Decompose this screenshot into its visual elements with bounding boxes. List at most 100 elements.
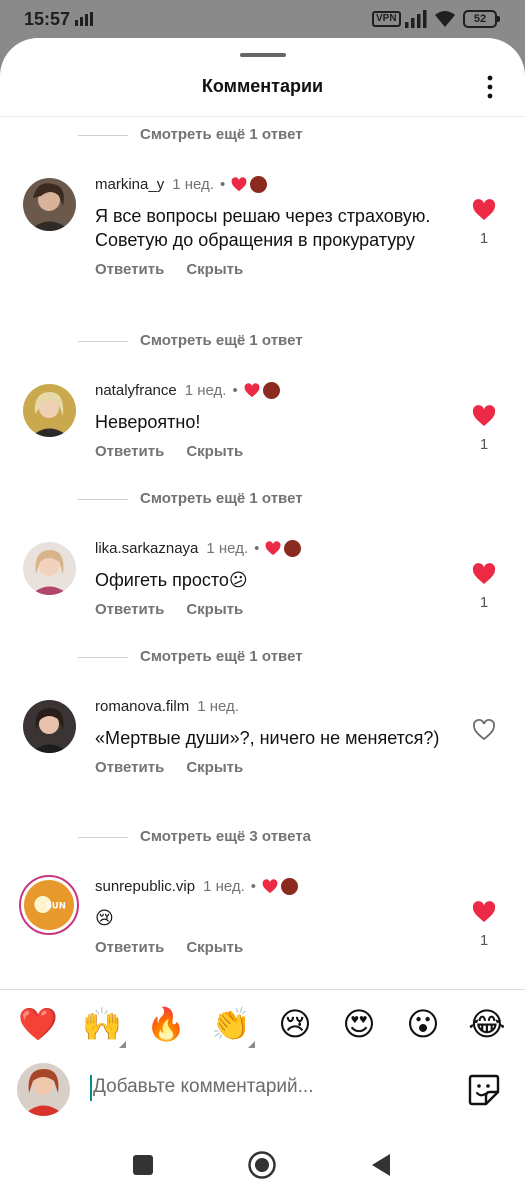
author-liked-heart-icon (265, 541, 281, 556)
view-replies-label: Смотреть ещё 1 ответ (140, 648, 303, 665)
sticker-icon[interactable] (466, 1072, 502, 1108)
view-replies-button[interactable]: Смотреть ещё 1 ответ (0, 639, 525, 677)
comment-item: markina_y 1 нед. • Я все вопросы решаю чер… (0, 155, 525, 323)
system-nav-bar (0, 1128, 525, 1200)
author-liked-heart-icon (262, 879, 278, 894)
skin-tone-indicator (119, 1041, 126, 1048)
like-button[interactable]: 1 (470, 901, 498, 949)
view-replies-button[interactable]: Смотреть ещё 1 ответ (0, 481, 525, 519)
emoji-raised-hands[interactable]: 🙌 (80, 1002, 126, 1048)
comment-meta: sunrepublic.vip 1 нед. • (95, 877, 455, 897)
emoji-heart-eyes[interactable]: 😍 (337, 1002, 381, 1046)
nav-back-icon[interactable] (366, 1150, 396, 1180)
comment-text: Офигеть просто😕 (95, 570, 248, 590)
reply-button[interactable]: Ответить (95, 939, 164, 956)
username[interactable]: lika.sarkaznaya (95, 540, 198, 557)
cell-signal-icon (405, 10, 427, 28)
hide-button[interactable]: Скрыть (186, 443, 243, 460)
replies-line (78, 499, 128, 500)
comment-time: 1 нед. (172, 176, 214, 193)
comment-body: romanova.film 1 нед. «Мертвые души»?, нич… (95, 697, 455, 776)
comment-body: natalyfrance 1 нед. • Невероятно! Ответить… (95, 381, 455, 460)
like-count: 1 (479, 932, 489, 949)
page-title: Комментарии (201, 76, 324, 96)
comment-time: 1 нед. (184, 382, 227, 399)
username[interactable]: natalyfrance (95, 382, 177, 399)
comment-actions: Ответить Скрыть (95, 759, 455, 776)
author-avatar-small (281, 878, 299, 895)
view-replies-button[interactable]: Смотреть ещё 1 ответ (0, 323, 525, 361)
emoji-laughing[interactable]: 😂 (465, 1002, 509, 1046)
hide-button[interactable]: Скрыть (186, 939, 243, 956)
hide-button[interactable]: Скрыть (186, 759, 243, 776)
emoji-raised-hands-glyph: 🙌 (82, 1005, 122, 1043)
replies-line (78, 341, 128, 342)
avatar[interactable] (23, 700, 76, 753)
comment-meta: romanova.film 1 нед. (95, 697, 455, 717)
status-bar: 15:57 VPN 52 (0, 0, 525, 38)
author-avatar-small (284, 540, 302, 557)
avatar[interactable] (23, 542, 76, 595)
meta-dot: • (250, 878, 257, 895)
username[interactable]: markina_y (95, 176, 164, 193)
more-vertical-icon[interactable] (480, 74, 500, 100)
emoji-clap-glyph: 👏 (211, 1005, 251, 1043)
comment-text: Невероятно! (95, 412, 201, 432)
comment-item: lika.sarkaznaya 1 нед. • Офигеть просто😕 О… (0, 519, 525, 639)
avatar-story-ring[interactable]: SUN (19, 875, 79, 935)
like-button[interactable]: 1 (470, 405, 498, 453)
emoji-fire[interactable]: 🔥 (144, 1002, 188, 1046)
comment-time: 1 нед. (203, 878, 245, 895)
comment-body: lika.sarkaznaya 1 нед. • Офигеть просто😕 О… (95, 539, 455, 618)
hide-button[interactable]: Скрыть (186, 601, 243, 618)
username[interactable]: romanova.film (95, 698, 189, 715)
reply-button[interactable]: Ответить (95, 443, 164, 460)
sheet-header: Комментарии (0, 60, 525, 116)
comment-actions: Ответить Скрыть (95, 939, 455, 956)
avatar[interactable] (23, 384, 76, 437)
vpn-badge: VPN (372, 11, 401, 27)
view-replies-label: Смотреть ещё 1 ответ (140, 490, 303, 507)
author-liked-heart-icon (244, 383, 260, 398)
comment-meta: markina_y 1 нед. • (95, 175, 455, 195)
username[interactable]: sunrepublic.vip (95, 878, 195, 895)
like-button[interactable] (470, 719, 498, 750)
emoji-clap[interactable]: 👏 (209, 1002, 255, 1048)
heart-filled-icon (472, 405, 496, 426)
view-replies-label: Смотреть ещё 3 ответа (140, 828, 311, 845)
comment-input[interactable] (93, 1076, 423, 1098)
reply-button[interactable]: Ответить (95, 261, 164, 278)
emoji-surprised[interactable]: 😮 (401, 1002, 445, 1046)
emoji-heart[interactable]: ❤️ (16, 1002, 60, 1046)
comment-meta: lika.sarkaznaya 1 нед. • (95, 539, 455, 559)
like-count: 1 (479, 594, 489, 611)
signal-small-icon (75, 12, 93, 26)
comment-time: 1 нед. (206, 540, 249, 557)
comment-body: markina_y 1 нед. • Я все вопросы решаю чер… (95, 175, 455, 278)
sheet-grabber[interactable] (240, 53, 286, 57)
heart-outline-icon (473, 719, 495, 741)
author-liked-heart-icon (231, 177, 247, 192)
like-button[interactable]: 1 (470, 199, 498, 247)
text-cursor (90, 1075, 92, 1101)
avatar[interactable] (23, 178, 76, 231)
view-replies-button[interactable]: Смотреть ещё 1 ответ (0, 117, 525, 155)
emoji-quick-bar: ❤️ 🙌 🔥 👏 😢 😍 😮 😂 (0, 1002, 525, 1052)
nav-square-icon[interactable] (128, 1150, 158, 1180)
nav-home-icon[interactable] (247, 1150, 277, 1180)
comment-composer (0, 1060, 525, 1120)
reply-button[interactable]: Ответить (95, 759, 164, 776)
like-button[interactable]: 1 (470, 563, 498, 611)
comment-actions: Ответить Скрыть (95, 261, 455, 278)
emoji-crying[interactable]: 😢 (273, 1002, 317, 1046)
comment-actions: Ответить Скрыть (95, 601, 455, 618)
comment-meta: natalyfrance 1 нед. • (95, 381, 455, 401)
current-user-avatar (17, 1063, 70, 1116)
view-replies-button[interactable]: Смотреть ещё 3 ответа (0, 819, 525, 857)
like-count: 1 (479, 230, 489, 247)
reply-button[interactable]: Ответить (95, 601, 164, 618)
hide-button[interactable]: Скрыть (186, 261, 243, 278)
wifi-icon (435, 11, 455, 27)
comment-text: Я все вопросы решаю через страховую. Сов… (95, 206, 431, 250)
heart-filled-icon (472, 563, 496, 584)
